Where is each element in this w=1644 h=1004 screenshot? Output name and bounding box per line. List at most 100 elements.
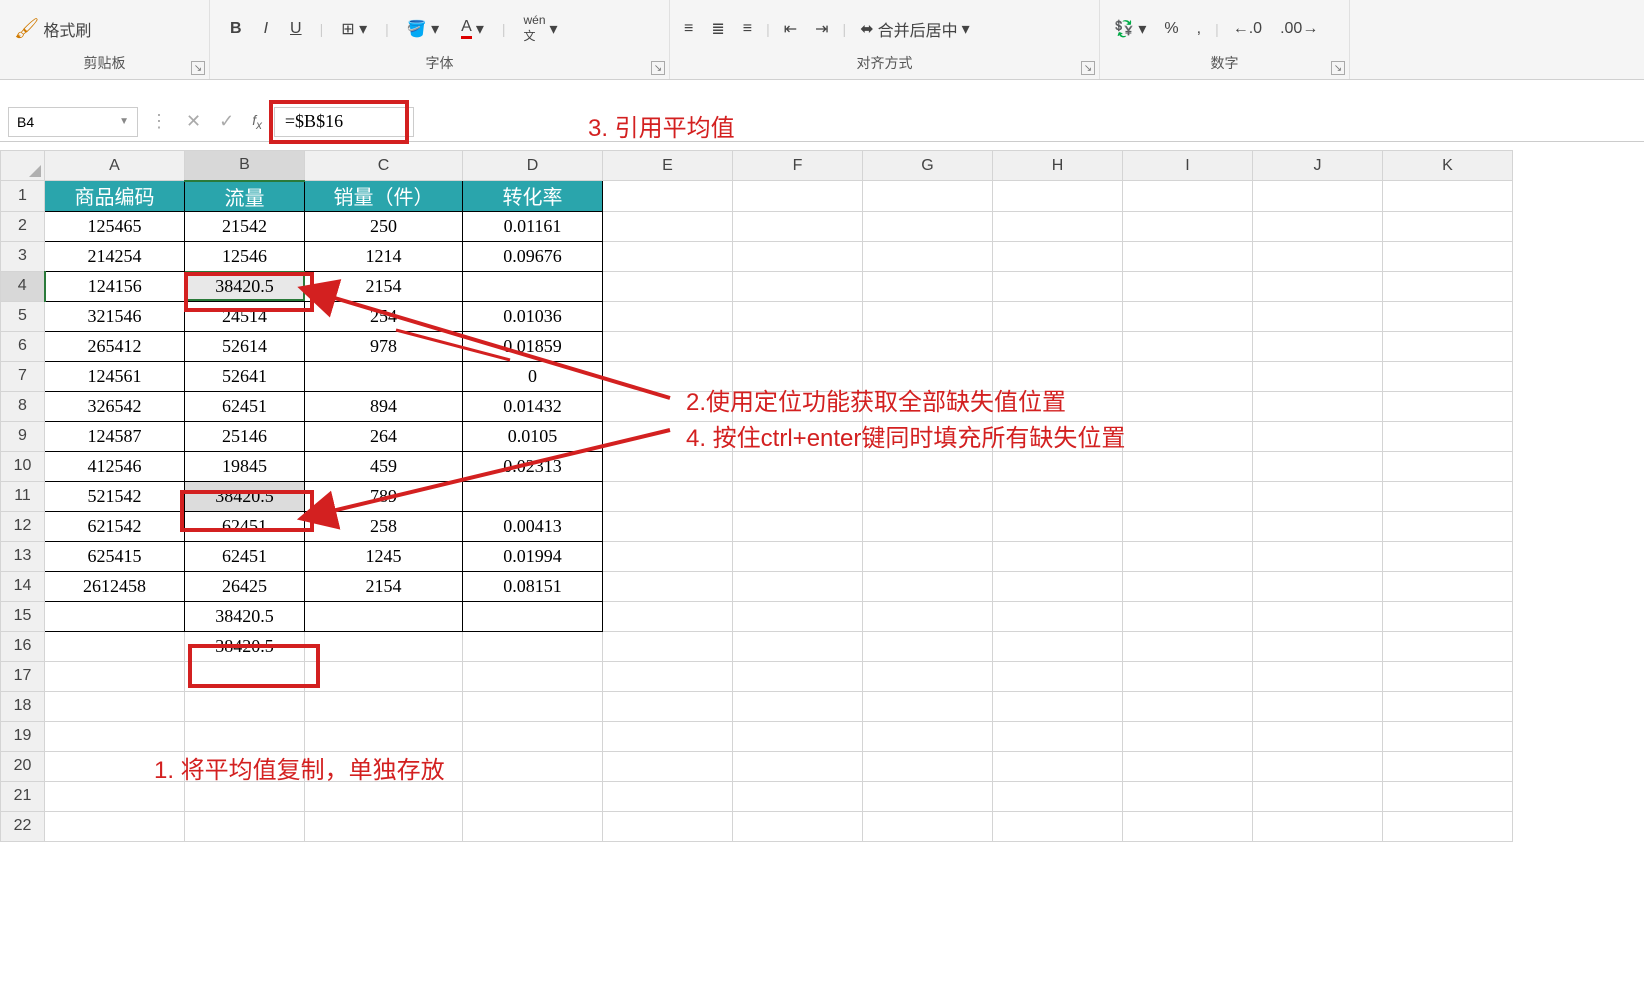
cell-A11[interactable]: 521542 [45, 481, 185, 511]
cell-B21[interactable] [185, 781, 305, 811]
cell-B6[interactable]: 52614 [185, 331, 305, 361]
cell-A13[interactable]: 625415 [45, 541, 185, 571]
cell-K4[interactable] [1383, 271, 1513, 301]
align-dialog-launcher[interactable]: ↘ [1081, 61, 1095, 75]
cell-A5[interactable]: 321546 [45, 301, 185, 331]
cell-G10[interactable] [863, 451, 993, 481]
cell-C19[interactable] [305, 721, 463, 751]
cell-D13[interactable]: 0.01994 [463, 541, 603, 571]
col-header-K[interactable]: K [1383, 151, 1513, 181]
cell-G3[interactable] [863, 241, 993, 271]
cell-C4[interactable]: 2154 [305, 271, 463, 301]
cell-H16[interactable] [993, 631, 1123, 661]
cell-E10[interactable] [603, 451, 733, 481]
cell-J6[interactable] [1253, 331, 1383, 361]
cell-D7[interactable]: 0 [463, 361, 603, 391]
cell-I21[interactable] [1123, 781, 1253, 811]
row-header-13[interactable]: 13 [1, 541, 45, 571]
cell-H20[interactable] [993, 751, 1123, 781]
cell-I8[interactable] [1123, 391, 1253, 421]
cell-B3[interactable]: 12546 [185, 241, 305, 271]
cell-E11[interactable] [603, 481, 733, 511]
cell-E17[interactable] [603, 661, 733, 691]
cell-K6[interactable] [1383, 331, 1513, 361]
cell-K21[interactable] [1383, 781, 1513, 811]
cell-F2[interactable] [733, 211, 863, 241]
cell-J17[interactable] [1253, 661, 1383, 691]
cell-C3[interactable]: 1214 [305, 241, 463, 271]
cell-G1[interactable] [863, 181, 993, 212]
cell-G15[interactable] [863, 601, 993, 631]
bold-button[interactable]: B [226, 18, 246, 40]
col-header-F[interactable]: F [733, 151, 863, 181]
increase-decimal-button[interactable]: ←.0 [1229, 18, 1266, 40]
cell-I11[interactable] [1123, 481, 1253, 511]
cell-J5[interactable] [1253, 301, 1383, 331]
cell-A16[interactable] [45, 631, 185, 661]
cell-B20[interactable] [185, 751, 305, 781]
cell-I4[interactable] [1123, 271, 1253, 301]
col-header-D[interactable]: D [463, 151, 603, 181]
cell-F22[interactable] [733, 811, 863, 841]
cell-E4[interactable] [603, 271, 733, 301]
row-header-12[interactable]: 12 [1, 511, 45, 541]
cell-F19[interactable] [733, 721, 863, 751]
cell-K16[interactable] [1383, 631, 1513, 661]
cell-G20[interactable] [863, 751, 993, 781]
cell-K10[interactable] [1383, 451, 1513, 481]
cell-D15[interactable] [463, 601, 603, 631]
cell-I6[interactable] [1123, 331, 1253, 361]
cell-E19[interactable] [603, 721, 733, 751]
cell-G18[interactable] [863, 691, 993, 721]
cell-A8[interactable]: 326542 [45, 391, 185, 421]
row-header-4[interactable]: 4 [1, 271, 45, 301]
underline-button[interactable]: U [286, 18, 306, 40]
cell-A20[interactable] [45, 751, 185, 781]
cell-A10[interactable]: 412546 [45, 451, 185, 481]
cell-I13[interactable] [1123, 541, 1253, 571]
percent-button[interactable]: % [1160, 18, 1182, 40]
cell-E15[interactable] [603, 601, 733, 631]
cell-E21[interactable] [603, 781, 733, 811]
cell-I14[interactable] [1123, 571, 1253, 601]
indent-decrease-button[interactable]: ⇤ [780, 17, 801, 41]
cell-C6[interactable]: 978 [305, 331, 463, 361]
cell-B5[interactable]: 24514 [185, 301, 305, 331]
cell-D6[interactable]: 0.01859 [463, 331, 603, 361]
cell-A7[interactable]: 124561 [45, 361, 185, 391]
col-header-A[interactable]: A [45, 151, 185, 181]
select-all-corner[interactable] [1, 151, 45, 181]
cell-I20[interactable] [1123, 751, 1253, 781]
cell-H2[interactable] [993, 211, 1123, 241]
cell-H19[interactable] [993, 721, 1123, 751]
cell-F21[interactable] [733, 781, 863, 811]
cell-H13[interactable] [993, 541, 1123, 571]
cell-D10[interactable]: 0.02313 [463, 451, 603, 481]
cell-G22[interactable] [863, 811, 993, 841]
row-header-16[interactable]: 16 [1, 631, 45, 661]
cell-I7[interactable] [1123, 361, 1253, 391]
cell-K15[interactable] [1383, 601, 1513, 631]
cell-J1[interactable] [1253, 181, 1383, 212]
cell-E18[interactable] [603, 691, 733, 721]
cell-J14[interactable] [1253, 571, 1383, 601]
cell-J11[interactable] [1253, 481, 1383, 511]
cell-E20[interactable] [603, 751, 733, 781]
cell-D2[interactable]: 0.01161 [463, 211, 603, 241]
cell-A22[interactable] [45, 811, 185, 841]
cell-E22[interactable] [603, 811, 733, 841]
col-header-B[interactable]: B [185, 151, 305, 181]
cell-E2[interactable] [603, 211, 733, 241]
cell-J13[interactable] [1253, 541, 1383, 571]
cell-C10[interactable]: 459 [305, 451, 463, 481]
row-header-3[interactable]: 3 [1, 241, 45, 271]
cell-K18[interactable] [1383, 691, 1513, 721]
cell-F4[interactable] [733, 271, 863, 301]
cell-I15[interactable] [1123, 601, 1253, 631]
cell-D11[interactable] [463, 481, 603, 511]
cell-G11[interactable] [863, 481, 993, 511]
row-header-18[interactable]: 18 [1, 691, 45, 721]
cell-K5[interactable] [1383, 301, 1513, 331]
cell-D1[interactable]: 转化率 [463, 181, 603, 212]
cell-C15[interactable] [305, 601, 463, 631]
